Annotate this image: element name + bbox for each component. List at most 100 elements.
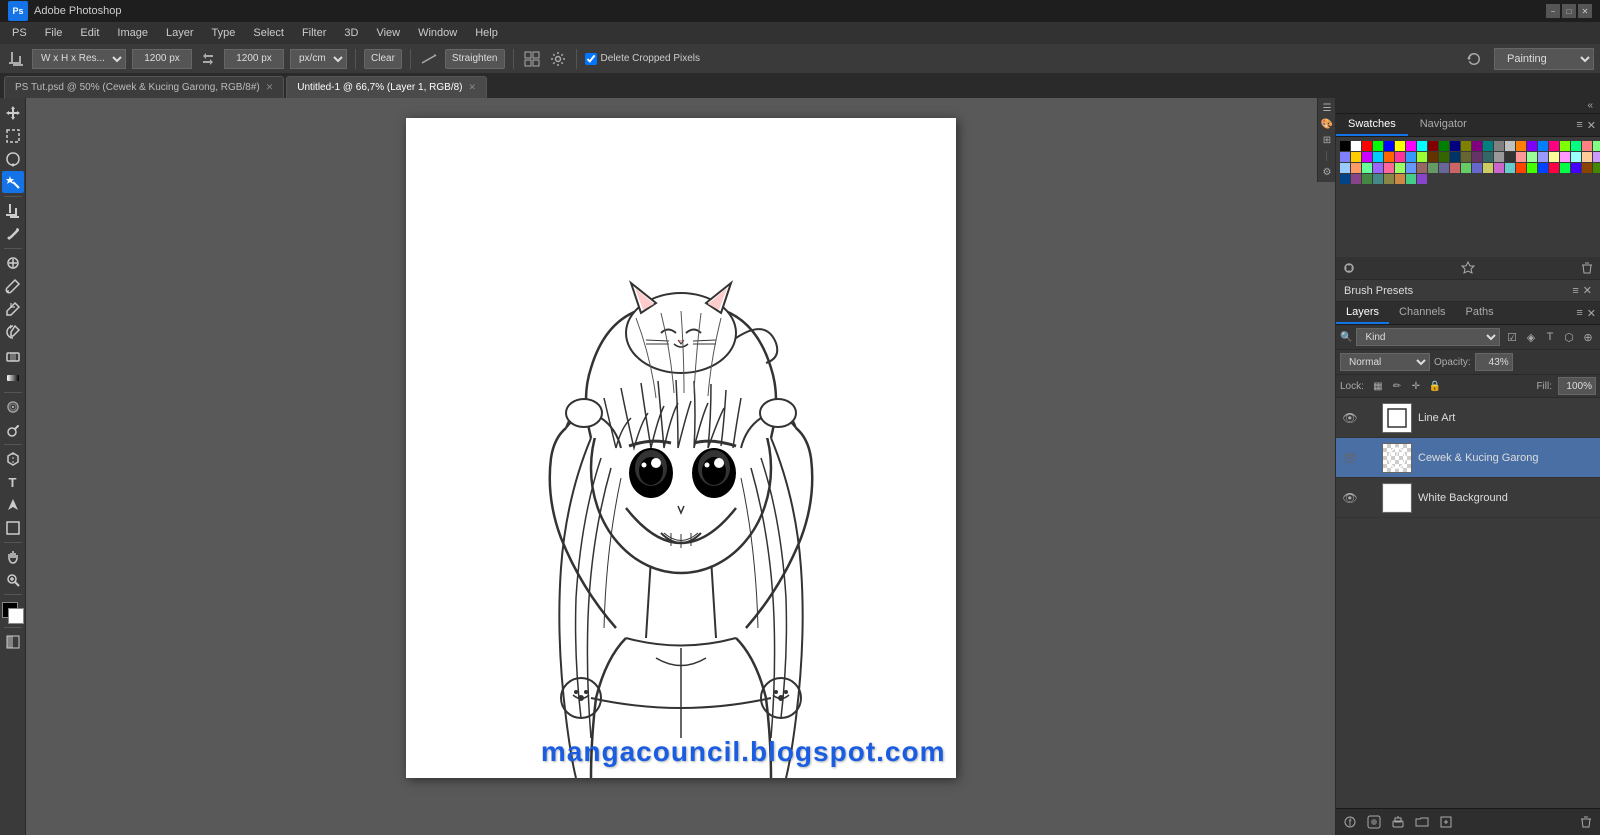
height-input[interactable] [224,49,284,69]
grid-icon[interactable] [522,49,542,69]
canvas-area[interactable]: mangacouncil.blogspot.com [26,98,1335,835]
swatch[interactable] [1483,163,1493,173]
blend-mode-dropdown[interactable]: Normal Multiply Screen Overlay [1340,353,1430,371]
lock-all-btn[interactable]: 🔒 [1427,378,1443,394]
side-icon-3[interactable]: ⊞ [1320,133,1334,147]
swatch[interactable] [1527,163,1537,173]
eyedropper-tool[interactable] [2,223,24,245]
swatch[interactable] [1472,141,1482,151]
swatch[interactable] [1395,163,1405,173]
swatch[interactable] [1362,174,1372,184]
quick-mask-tool[interactable] [2,631,24,653]
menu-layer[interactable]: Layer [158,25,202,41]
menu-image[interactable]: Image [109,25,156,41]
swatch[interactable] [1384,163,1394,173]
swatch[interactable] [1450,152,1460,162]
marquee-tool[interactable] [2,125,24,147]
swatch[interactable] [1494,141,1504,151]
lock-pixels-btn[interactable]: ✏ [1389,378,1405,394]
path-select-tool[interactable] [2,494,24,516]
delete-cropped-label[interactable]: Delete Cropped Pixels [585,53,701,65]
navigator-tab[interactable]: Navigator [1408,114,1479,136]
swatch[interactable] [1362,163,1372,173]
swatch[interactable] [1461,152,1471,162]
swatch[interactable] [1461,163,1471,173]
history-brush-tool[interactable] [2,321,24,343]
swatch[interactable] [1417,163,1427,173]
swatch[interactable] [1560,152,1570,162]
swatch[interactable] [1527,152,1537,162]
swatch[interactable] [1549,141,1559,151]
close-button[interactable]: ✕ [1578,4,1592,18]
hand-tool[interactable] [2,546,24,568]
wand-tool[interactable] [2,171,24,193]
swatch[interactable] [1505,152,1515,162]
tab-close-1[interactable]: ✕ [266,82,274,93]
swatch[interactable] [1406,174,1416,184]
collapse-icon[interactable]: « [1584,100,1596,111]
swatch[interactable] [1516,163,1526,173]
menu-select[interactable]: Select [245,25,292,41]
swatch[interactable] [1582,163,1592,173]
swatches-tab[interactable]: Swatches [1336,114,1408,136]
swatch[interactable] [1571,152,1581,162]
swatch[interactable] [1395,174,1405,184]
paths-tab[interactable]: Paths [1456,302,1504,324]
brush-presets-menu[interactable]: ≡ [1572,285,1578,297]
width-input[interactable] [132,49,192,69]
swatch[interactable] [1571,163,1581,173]
swatch[interactable] [1516,152,1526,162]
minimize-button[interactable]: − [1546,4,1560,18]
pen-tool[interactable] [2,448,24,470]
menu-type[interactable]: Type [204,25,244,41]
channels-tab[interactable]: Channels [1389,302,1455,324]
swatch[interactable] [1428,163,1438,173]
straighten-button[interactable]: Straighten [445,49,505,69]
swatch[interactable] [1582,141,1592,151]
swatch[interactable] [1560,163,1570,173]
menu-window[interactable]: Window [410,25,465,41]
swatch[interactable] [1384,141,1394,151]
move-tool[interactable] [2,102,24,124]
swatch[interactable] [1340,174,1350,184]
swatch[interactable] [1439,152,1449,162]
clear-button[interactable]: Clear [364,49,402,69]
brush-tool[interactable] [2,275,24,297]
swatch[interactable] [1351,174,1361,184]
settings-icon[interactable] [548,49,568,69]
swatch[interactable] [1450,163,1460,173]
fill-input[interactable] [1558,377,1596,395]
swap-dimensions-icon[interactable] [198,49,218,69]
zoom-tool[interactable] [2,569,24,591]
tab-untitled[interactable]: Untitled-1 @ 66,7% (Layer 1, RGB/8) ✕ [286,76,487,98]
delete-layer-button[interactable] [1576,812,1596,832]
swatch[interactable] [1417,152,1427,162]
shape-tool[interactable] [2,517,24,539]
add-adjustment-button[interactable] [1388,812,1408,832]
swatch[interactable] [1483,141,1493,151]
swatch[interactable] [1417,141,1427,151]
clone-tool[interactable] [2,298,24,320]
side-icon-4[interactable]: ⚙ [1320,165,1334,179]
swatch[interactable] [1450,141,1460,151]
filter-smart-btn[interactable]: ⊕ [1580,329,1596,345]
dodge-tool[interactable] [2,419,24,441]
swatch[interactable] [1461,141,1471,151]
swatch[interactable] [1384,174,1394,184]
unit-dropdown[interactable]: px/cm [290,49,347,69]
panel-tool-1[interactable] [1340,259,1358,277]
filter-type-btn[interactable]: T [1542,329,1558,345]
swatch[interactable] [1538,141,1548,151]
gradient-tool[interactable] [2,367,24,389]
swatch[interactable] [1516,141,1526,151]
panel-tool-delete[interactable] [1578,259,1596,277]
add-mask-button[interactable] [1364,812,1384,832]
restore-button[interactable]: □ [1562,4,1576,18]
swatch[interactable] [1538,163,1548,173]
menu-filter[interactable]: Filter [294,25,334,41]
swatch[interactable] [1549,163,1559,173]
add-style-button[interactable]: f [1340,812,1360,832]
swatch[interactable] [1593,163,1600,173]
swatch[interactable] [1472,152,1482,162]
swatch[interactable] [1373,141,1383,151]
